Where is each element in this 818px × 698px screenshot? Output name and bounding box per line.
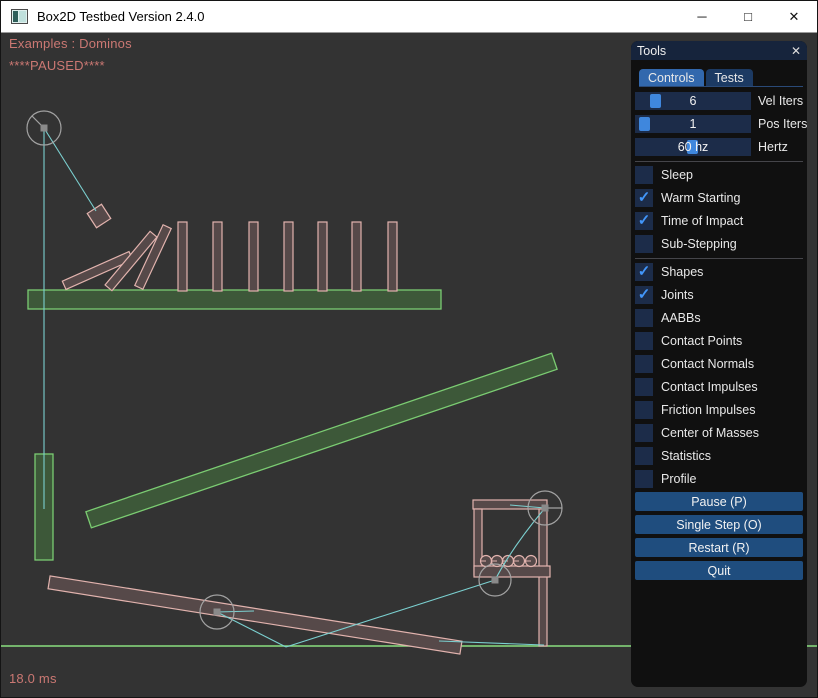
paused-status: ****PAUSED**** — [9, 58, 105, 73]
checkbox-friction-impulses[interactable] — [635, 401, 653, 419]
app-window: Box2D Testbed Version 2.4.0 ─ □ ✕ Exampl… — [0, 0, 818, 698]
joint-anchor — [41, 125, 48, 132]
domino-standing[interactable] — [318, 222, 327, 291]
joint-anchor — [542, 505, 549, 512]
joint-anchor — [492, 577, 499, 584]
checkbox-row-aabbs: AABBs — [635, 309, 803, 327]
button-pause-p[interactable]: Pause (P) — [635, 492, 803, 511]
checkbox-row-contact-impulses: Contact Impulses — [635, 378, 803, 396]
checkbox-row-shapes: ✓ Shapes — [635, 263, 803, 281]
check-icon: ✓ — [638, 190, 651, 205]
checkbox-row-warm-starting: ✓ Warm Starting — [635, 189, 803, 207]
tab-bar: ControlsTests — [639, 69, 803, 87]
dynamic-box[interactable] — [474, 509, 482, 575]
check-icon: ✓ — [638, 287, 651, 302]
checkbox-shapes[interactable]: ✓ — [635, 263, 653, 281]
checkbox-row-center-of-masses: Center of Masses — [635, 424, 803, 442]
domino-standing[interactable] — [178, 222, 187, 291]
slider-vel-iters[interactable]: 6 — [635, 92, 751, 110]
app-icon — [11, 9, 28, 24]
static-platform[interactable] — [28, 290, 441, 309]
slider-value-vel-iters: 6 — [635, 92, 751, 110]
slider-label-vel-iters: Vel Iters — [758, 94, 803, 108]
checkbox-row-sleep: Sleep — [635, 166, 803, 184]
titlebar[interactable]: Box2D Testbed Version 2.4.0 ─ □ ✕ — [1, 1, 817, 33]
slider-value-hertz: 60 hz — [635, 138, 751, 156]
checkbox-time-of-impact[interactable]: ✓ — [635, 212, 653, 230]
window-title: Box2D Testbed Version 2.4.0 — [37, 9, 204, 24]
slider-row-pos-iters: 1Pos Iters — [635, 115, 803, 133]
tools-panel-close-icon[interactable]: ✕ — [791, 44, 801, 58]
slider-row-hertz: 60 hz Hertz — [635, 138, 803, 156]
button-single-step-o[interactable]: Single Step (O) — [635, 515, 803, 534]
checkbox-label-contact-impulses: Contact Impulses — [661, 380, 758, 394]
checkbox-joints[interactable]: ✓ — [635, 286, 653, 304]
tools-panel-titlebar[interactable]: Tools ✕ — [631, 41, 807, 60]
example-title: Examples : Dominos — [9, 36, 132, 51]
checkbox-row-friction-impulses: Friction Impulses — [635, 401, 803, 419]
tab-controls[interactable]: Controls — [639, 69, 704, 86]
tools-panel: Tools ✕ ControlsTests 6Vel Iters1Pos Ite… — [631, 41, 807, 687]
domino-standing[interactable] — [284, 222, 293, 291]
frame-time: 18.0 ms — [9, 671, 57, 686]
checkbox-sub-stepping[interactable] — [635, 235, 653, 253]
button-quit[interactable]: Quit — [635, 561, 803, 580]
slider-label-pos-iters: Pos Iters — [758, 117, 807, 131]
checkbox-row-contact-points: Contact Points — [635, 332, 803, 350]
domino-standing[interactable] — [352, 222, 361, 291]
checkbox-sleep[interactable] — [635, 166, 653, 184]
checkbox-label-aabbs: AABBs — [661, 311, 701, 325]
checkbox-row-contact-normals: Contact Normals — [635, 355, 803, 373]
checkbox-contact-normals[interactable] — [635, 355, 653, 373]
checkbox-label-friction-impulses: Friction Impulses — [661, 403, 755, 417]
check-icon: ✓ — [638, 213, 651, 228]
slider-hertz[interactable]: 60 hz — [635, 138, 751, 156]
domino-standing[interactable] — [388, 222, 397, 291]
domino-standing[interactable] — [213, 222, 222, 291]
tools-panel-title: Tools — [637, 44, 666, 58]
check-icon: ✓ — [638, 264, 651, 279]
checkbox-contact-points[interactable] — [635, 332, 653, 350]
checkbox-aabbs[interactable] — [635, 309, 653, 327]
checkbox-label-sleep: Sleep — [661, 168, 693, 182]
checkbox-label-center-of-masses: Center of Masses — [661, 426, 759, 440]
button-restart-r[interactable]: Restart (R) — [635, 538, 803, 557]
checkbox-warm-starting[interactable]: ✓ — [635, 189, 653, 207]
separator — [635, 161, 803, 162]
slider-pos-iters[interactable]: 1 — [635, 115, 751, 133]
joint-line — [44, 128, 96, 211]
checkbox-row-joints: ✓ Joints — [635, 286, 803, 304]
checkbox-row-time-of-impact: ✓ Time of Impact — [635, 212, 803, 230]
checkbox-profile[interactable] — [635, 470, 653, 488]
close-button[interactable]: ✕ — [771, 1, 817, 32]
joint-anchor — [214, 609, 221, 616]
dynamic-box[interactable] — [48, 576, 462, 654]
checkbox-label-sub-stepping: Sub-Stepping — [661, 237, 737, 251]
checkbox-label-shapes: Shapes — [661, 265, 703, 279]
tab-tests[interactable]: Tests — [706, 69, 753, 86]
slider-label-hertz: Hertz — [758, 140, 788, 154]
checkbox-row-sub-stepping: Sub-Stepping — [635, 235, 803, 253]
minimize-button[interactable]: ─ — [679, 1, 725, 32]
domino-standing[interactable] — [249, 222, 258, 291]
checkbox-label-contact-normals: Contact Normals — [661, 357, 754, 371]
checkbox-center-of-masses[interactable] — [635, 424, 653, 442]
checkbox-label-time-of-impact: Time of Impact — [661, 214, 743, 228]
checkbox-label-contact-points: Contact Points — [661, 334, 742, 348]
checkbox-row-profile: Profile — [635, 470, 803, 488]
slider-row-vel-iters: 6 Vel Iters — [635, 92, 803, 110]
checkbox-statistics[interactable] — [635, 447, 653, 465]
maximize-button[interactable]: □ — [725, 1, 771, 32]
checkbox-label-profile: Profile — [661, 472, 696, 486]
separator — [635, 258, 803, 259]
slider-value-pos-iters: 1 — [635, 115, 751, 133]
checkbox-label-joints: Joints — [661, 288, 694, 302]
checkbox-contact-impulses[interactable] — [635, 378, 653, 396]
checkbox-label-statistics: Statistics — [661, 449, 711, 463]
dynamic-box[interactable] — [87, 204, 111, 228]
checkbox-row-statistics: Statistics — [635, 447, 803, 465]
checkbox-label-warm-starting: Warm Starting — [661, 191, 740, 205]
